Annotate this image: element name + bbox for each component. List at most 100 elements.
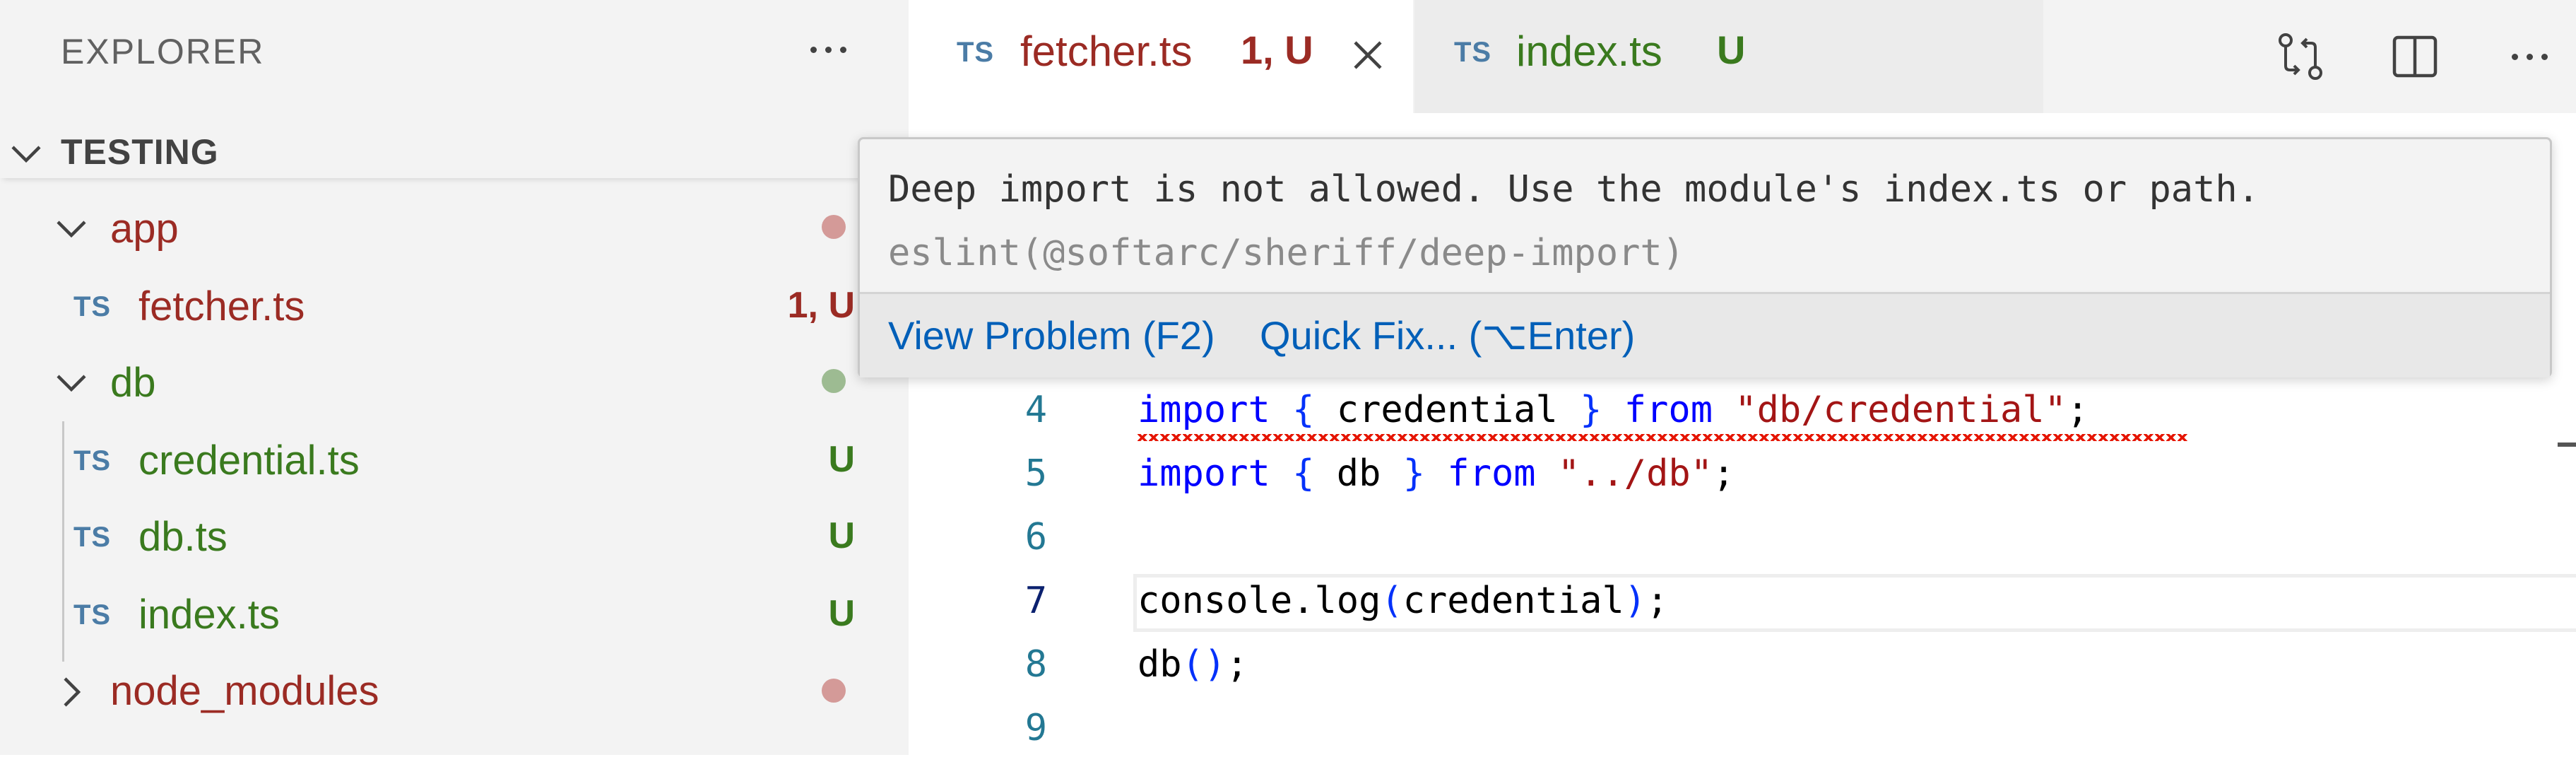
tree-file-fetcher[interactable]: TS fetcher.ts 1, U	[0, 270, 909, 346]
chevron-down-icon	[57, 221, 86, 238]
tree-folder-app[interactable]: app	[0, 192, 909, 269]
line-number: 5	[1024, 452, 1047, 495]
folder-label: app	[110, 206, 179, 252]
line-number: 7	[1024, 580, 1047, 622]
overview-ruler-mark	[2558, 442, 2576, 447]
code-token: ;	[2066, 389, 2089, 431]
explorer-title: EXPLORER	[61, 32, 265, 71]
code-line-current: 7 console.log(credential);	[909, 571, 2576, 635]
code-token: ;	[1713, 452, 1735, 495]
file-label: credential.ts	[138, 438, 360, 483]
explorer-sidebar: EXPLORER TESTING app TS fetcher.ts 1, U …	[0, 0, 909, 755]
code-token: db	[1138, 643, 1182, 686]
hover-message: Deep import is not allowed. Use the modu…	[888, 158, 2513, 285]
folder-label: node_modules	[110, 668, 379, 714]
error-squiggle[interactable]	[1138, 434, 2189, 441]
code-text: console.log(credential);	[1138, 580, 1668, 622]
file-label: index.ts	[138, 592, 280, 638]
typescript-file-icon: TS	[73, 445, 112, 476]
explorer-header: EXPLORER	[0, 0, 909, 105]
tab-decoration: 1, U	[1241, 28, 1313, 72]
code-token: {	[1292, 452, 1315, 495]
code-line: 8 db();	[909, 635, 2576, 698]
code-line: 6	[909, 508, 2576, 571]
file-decoration: 1, U	[787, 285, 855, 326]
code-token: ()	[1181, 643, 1227, 686]
workspace-section-header[interactable]: TESTING	[0, 124, 909, 178]
typescript-file-icon: TS	[73, 522, 112, 553]
editor-actions	[2265, 21, 2576, 92]
more-actions-icon[interactable]	[2494, 21, 2565, 92]
code-token: import	[1138, 389, 1270, 431]
code-token: {	[1292, 389, 1315, 431]
split-editor-icon[interactable]	[2380, 21, 2450, 92]
tree-file-db[interactable]: TS db.ts U	[0, 500, 909, 577]
tab-fetcher[interactable]: TS fetcher.ts 1, U	[909, 0, 1413, 113]
tab-label: fetcher.ts	[1020, 28, 1193, 75]
code-token: from	[1447, 452, 1536, 495]
more-actions-icon[interactable]	[800, 28, 856, 71]
code-token: "db/credential"	[1735, 389, 2067, 431]
diagnostic-message: Deep import is not allowed. Use the modu…	[888, 168, 2260, 211]
line-number: 6	[1024, 516, 1047, 558]
diagnostic-source: eslint(@softarc/sheriff/deep-import)	[888, 232, 1685, 274]
code-token: import	[1138, 452, 1270, 495]
file-label: db.ts	[138, 514, 228, 560]
tree-folder-db[interactable]: db	[0, 346, 909, 423]
tab-label: index.ts	[1516, 28, 1662, 75]
quick-fix-link[interactable]: Quick Fix... (⌥Enter)	[1260, 312, 1635, 359]
tree-file-credential[interactable]: TS credential.ts U	[0, 424, 909, 500]
code-token: "../db"	[1557, 452, 1713, 495]
code-line: 4 import { credential } from "db/credent…	[909, 380, 2576, 444]
typescript-file-icon: TS	[957, 37, 995, 68]
chevron-right-icon	[64, 677, 81, 707]
code-line: 9	[909, 698, 2576, 762]
folder-label: db	[110, 360, 156, 406]
chevron-down-icon	[11, 146, 41, 163]
code-token: db	[1314, 452, 1403, 495]
line-number: 8	[1024, 643, 1047, 686]
file-decoration: U	[828, 515, 855, 556]
line-number: 4	[1024, 389, 1047, 431]
modified-dot	[822, 369, 846, 393]
code-token: from	[1624, 389, 1713, 431]
open-changes-icon[interactable]	[2265, 21, 2336, 92]
code-token: )	[1624, 580, 1647, 622]
code-token: ;	[1226, 643, 1248, 686]
code-token: }	[1402, 452, 1426, 495]
code-token: credential	[1314, 389, 1581, 431]
file-label: fetcher.ts	[138, 283, 305, 329]
view-problem-link[interactable]: View Problem (F2)	[888, 312, 1215, 358]
close-icon[interactable]	[1348, 35, 1388, 75]
tree-file-index[interactable]: TS index.ts U	[0, 578, 909, 655]
typescript-file-icon: TS	[1454, 37, 1492, 68]
workspace-title: TESTING	[61, 132, 219, 172]
file-decoration: U	[828, 439, 855, 480]
code-token: credential	[1402, 580, 1624, 622]
code-token: console.log	[1138, 580, 1381, 622]
code-text: import { db } from "../db";	[1138, 452, 1735, 495]
code-text: db();	[1138, 643, 1248, 686]
code-line: 5 import { db } from "../db";	[909, 444, 2576, 508]
code-token: }	[1580, 389, 1602, 431]
typescript-file-icon: TS	[73, 599, 112, 631]
line-number: 9	[1024, 707, 1047, 749]
typescript-file-icon: TS	[73, 291, 112, 322]
tree-folder-node-modules[interactable]: node_modules	[0, 655, 909, 731]
modified-dot	[822, 215, 846, 239]
problem-hover-widget: Deep import is not allowed. Use the modu…	[858, 137, 2552, 377]
code-token: ;	[1646, 580, 1669, 622]
modified-dot	[822, 679, 846, 703]
chevron-down-icon	[57, 375, 86, 392]
tab-index[interactable]: TS index.ts U	[1414, 0, 2043, 113]
hover-actions-bar: View Problem (F2) Quick Fix... (⌥Enter)	[860, 292, 2550, 377]
tab-decoration: U	[1717, 28, 1746, 72]
code-token: (	[1381, 580, 1403, 622]
code-text: import { credential } from "db/credentia…	[1138, 389, 2088, 431]
